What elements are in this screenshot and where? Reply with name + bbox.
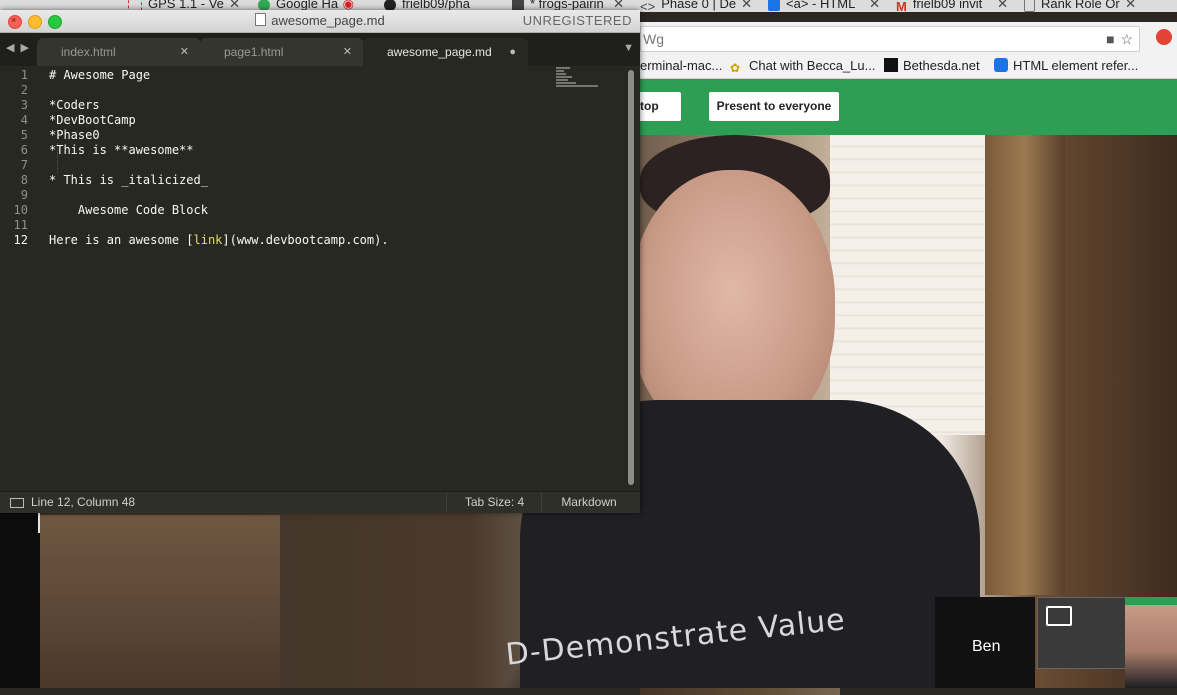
document-icon	[255, 13, 266, 26]
code-line: 10 Awesome Code Block	[0, 203, 208, 218]
code-line: 2	[0, 83, 49, 98]
code-line: 8* This is _italicized_	[0, 173, 208, 188]
close-icon[interactable]: ✕	[1125, 0, 1136, 12]
close-icon[interactable]: ✕	[741, 0, 752, 12]
stop-presenting-button[interactable]: top	[638, 92, 681, 121]
address-bar[interactable]: Wg ■ ☆	[640, 26, 1140, 52]
panel-toggle-icon[interactable]	[10, 498, 24, 508]
code-line: 11	[0, 218, 49, 233]
extension-icon[interactable]	[1156, 29, 1172, 45]
syntax-selector[interactable]: Markdown	[541, 492, 636, 513]
github-icon	[384, 0, 396, 11]
screenshare-icon	[1046, 606, 1072, 626]
editor-window: × awesome_page.md UNREGISTERED ◀▶ index.…	[0, 10, 640, 512]
browser-tab-html-a[interactable]: <a> - HTML✕	[768, 0, 880, 12]
video-letterbox	[0, 513, 40, 688]
gmail-icon: M	[896, 0, 907, 11]
address-bar-icons: ■ ☆	[1102, 27, 1133, 51]
document-icon	[1024, 0, 1035, 12]
unregistered-label: UNREGISTERED	[523, 13, 632, 28]
markdown-link-text: link	[194, 233, 223, 247]
close-icon[interactable]: ✕	[343, 38, 352, 66]
slack-icon	[512, 0, 524, 11]
code-line: 3*Coders	[0, 98, 100, 113]
browser-tab-rank-role[interactable]: Rank Role Or✕	[1024, 0, 1136, 12]
close-icon[interactable]: ✕	[180, 38, 189, 66]
bookmark-bethesda[interactable]: Bethesda.net	[884, 58, 980, 73]
indent-guide	[57, 143, 59, 173]
bookmark-terminal[interactable]: erminal-mac...	[640, 58, 722, 73]
code-line: 4*DevBootCamp	[0, 113, 136, 128]
code-line: 5*Phase0	[0, 128, 100, 143]
bethesda-icon	[884, 58, 898, 72]
editor-titlebar: × awesome_page.md UNREGISTERED	[0, 10, 640, 33]
tab-page1-html[interactable]: page1.html ✕	[200, 38, 364, 66]
present-to-everyone-button[interactable]: Present to everyone	[709, 92, 839, 121]
camera-icon[interactable]: ■	[1104, 31, 1114, 47]
browser-tab-phase0[interactable]: <>Phase 0 | De✕	[640, 0, 752, 12]
code-line-current: 12Here is an awesome [link](www.devbootc…	[0, 233, 389, 248]
bookmark-chat-becca[interactable]: ✿Chat with Becca_Lu...	[730, 58, 875, 75]
tab-awesome-page-md[interactable]: awesome_page.md ●	[363, 38, 528, 66]
editor-scrollbar[interactable]	[627, 70, 636, 488]
video-background-window	[830, 135, 990, 435]
hangouts-icon	[258, 0, 270, 11]
code-line: 7	[0, 158, 49, 173]
text-cursor	[38, 513, 40, 533]
bookmark-html-element-reference[interactable]: HTML element refer...	[994, 58, 1138, 73]
editor-status-bar: Line 12, Column 48 Tab Size: 4 Markdown	[0, 491, 640, 513]
code-line: 1# Awesome Page	[0, 68, 150, 83]
mdn-icon	[768, 0, 780, 11]
code-editor[interactable]: 1# Awesome Page 2 3*Coders 4*DevBootCamp…	[0, 66, 626, 490]
participant-name: Ben	[972, 638, 1000, 656]
browser-address-row: Wg ■ ☆	[638, 22, 1177, 54]
close-icon[interactable]: ✕	[997, 0, 1008, 12]
code-line: 9	[0, 188, 49, 203]
screenshare-thumbnail[interactable]	[1037, 597, 1127, 669]
video-background-curtain	[985, 135, 1065, 595]
cursor-position: Line 12, Column 48	[31, 492, 135, 513]
video-background-boxes	[40, 515, 280, 688]
participant-thumbnail[interactable]	[1125, 597, 1177, 688]
hangout-toolbar: top Present to everyone	[638, 79, 1177, 135]
code-icon: <>	[640, 0, 655, 11]
code-line: 6*This is **awesome**	[0, 143, 194, 158]
browser-tab-gmail[interactable]: Mfrielb09 invit✕	[896, 0, 1008, 12]
editor-tab-bar: ◀▶ index.html ✕ page1.html ✕ awesome_pag…	[0, 33, 640, 66]
tab-dropdown-icon[interactable]: ▼	[623, 42, 634, 54]
mdn-icon	[994, 58, 1008, 72]
unsaved-dot-icon[interactable]: ●	[509, 38, 516, 66]
bookmarks-bar: erminal-mac... ✿Chat with Becca_Lu... Be…	[638, 54, 1177, 79]
scrollbar-thumb[interactable]	[628, 70, 634, 485]
close-icon[interactable]: ✕	[869, 0, 880, 12]
chat-bookmark-icon: ✿	[730, 61, 744, 75]
bookmark-star-icon[interactable]: ☆	[1118, 31, 1133, 47]
minimap[interactable]	[556, 67, 604, 97]
tab-index-html[interactable]: index.html ✕	[37, 38, 201, 66]
tab-size-selector[interactable]: Tab Size: 4	[446, 492, 542, 513]
tab-nav-arrows[interactable]: ◀▶	[6, 41, 35, 54]
